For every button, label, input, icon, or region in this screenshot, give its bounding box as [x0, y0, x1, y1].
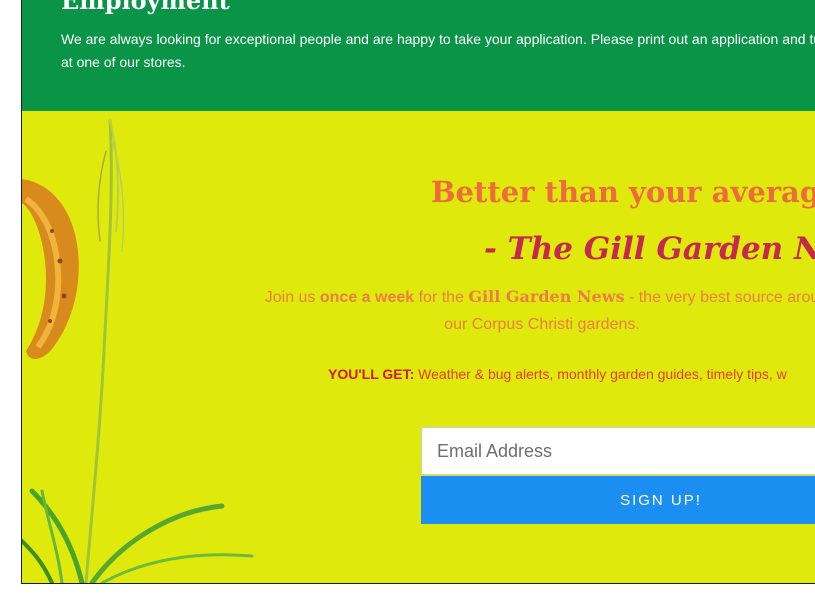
dried-seed-pod-illustration [22, 179, 79, 359]
newsletter-benefits: YOU'LL GET: Weather & bug alerts, monthl… [328, 366, 787, 382]
grass-stalk-illustration [22, 119, 254, 583]
content-frame: Employment We are always looking for exc… [21, 0, 815, 584]
blurb-newsletter-name: Gill Garden News [468, 287, 625, 306]
sign-up-button[interactable]: SIGN UP! [421, 476, 815, 524]
benefits-list: Weather & bug alerts, monthly garden gui… [414, 366, 787, 382]
newsletter-description: Join us once a week for the Gill Garden … [212, 283, 815, 338]
blurb-text: - the very best source arou [624, 289, 815, 306]
employment-description: We are always looking for exceptional pe… [61, 31, 815, 70]
newsletter-script-title: - The Gill Garden News [484, 231, 815, 267]
benefits-label: YOU'LL GET: [328, 366, 415, 382]
email-address-input[interactable] [421, 427, 815, 475]
blurb-text: for the [414, 289, 469, 306]
employment-title: Employment [61, 0, 230, 15]
newsletter-signup-section: Better than your average e - The Gill Ga… [22, 111, 815, 583]
newsletter-headline: Better than your average e [431, 175, 815, 209]
employment-section: Employment We are always looking for exc… [22, 0, 815, 111]
blurb-text: Join us [264, 289, 320, 306]
blurb-text: our Corpus Christi gardens. [444, 316, 640, 333]
blurb-frequency: once a week [319, 289, 415, 306]
garden-plant-illustration [22, 119, 254, 583]
